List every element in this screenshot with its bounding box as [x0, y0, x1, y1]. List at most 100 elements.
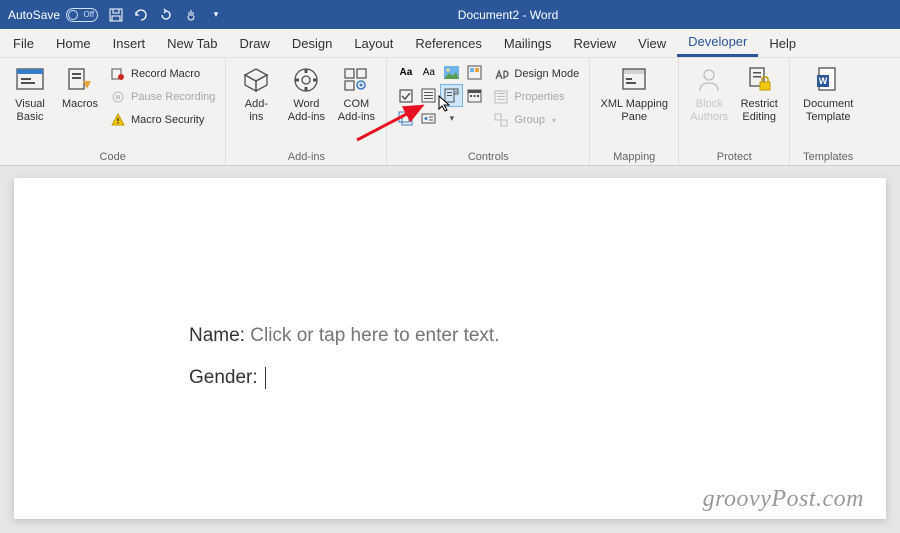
tab-draw[interactable]: Draw [229, 29, 281, 57]
record-macro-icon [110, 66, 126, 82]
document-template-label: Document Template [803, 98, 853, 123]
word-addins-icon [290, 64, 322, 96]
tab-review[interactable]: Review [563, 29, 628, 57]
macros-icon [64, 64, 96, 96]
tab-design[interactable]: Design [281, 29, 343, 57]
group-protect: Block Authors Restrict Editing Protect [679, 58, 790, 165]
addins-label: Add- ins [245, 98, 268, 123]
pause-recording-label: Pause Recording [131, 91, 215, 103]
name-placeholder[interactable]: Click or tap here to enter text. [250, 325, 499, 346]
title-bar: AutoSave Off ▾ Document2 - Word [0, 0, 900, 29]
restrict-editing-icon [743, 64, 775, 96]
dropdown-control-icon[interactable] [441, 85, 462, 106]
picture-control-icon[interactable] [441, 62, 462, 83]
tab-help[interactable]: Help [758, 29, 807, 57]
macros-label: Macros [62, 98, 98, 111]
design-mode-label: Design Mode [514, 68, 579, 80]
qat-customize-icon[interactable]: ▾ [208, 7, 224, 23]
tab-developer[interactable]: Developer [677, 29, 758, 57]
restrict-editing-button[interactable]: Restrict Editing [737, 62, 781, 123]
restrict-editing-label: Restrict Editing [741, 98, 778, 123]
save-icon[interactable] [108, 7, 124, 23]
repeating-section-control-icon[interactable] [395, 108, 416, 129]
visual-basic-button[interactable]: Visual Basic [8, 62, 52, 123]
tab-references[interactable]: References [404, 29, 492, 57]
toggle-knob [68, 10, 78, 20]
com-addins-label: COM Add-ins [338, 98, 375, 123]
tab-view[interactable]: View [627, 29, 677, 57]
addins-icon [240, 64, 272, 96]
design-mode-button[interactable]: Design Mode [491, 64, 581, 84]
tab-layout[interactable]: Layout [343, 29, 404, 57]
watermark-text: groovyPost.com [703, 486, 864, 513]
plain-text-control-icon[interactable]: Aa [418, 62, 439, 83]
redo-icon[interactable] [158, 7, 174, 23]
group-mapping-label: Mapping [598, 150, 670, 163]
document-template-icon: W [812, 64, 844, 96]
quick-access-toolbar: ▾ [108, 7, 224, 23]
building-block-control-icon[interactable] [464, 62, 485, 83]
record-macro-label: Record Macro [131, 68, 200, 80]
properties-label: Properties [514, 91, 564, 103]
tab-file[interactable]: File [2, 29, 45, 57]
com-addins-icon [340, 64, 372, 96]
tab-new-tab[interactable]: New Tab [156, 29, 228, 57]
rich-text-control-icon[interactable]: Aa [395, 62, 416, 83]
group-protect-label: Protect [687, 150, 781, 163]
addins-button[interactable]: Add- ins [234, 62, 278, 123]
autosave-toggle[interactable]: AutoSave Off [8, 8, 98, 22]
toggle-switch[interactable]: Off [66, 8, 98, 22]
block-authors-label: Block Authors [690, 98, 728, 123]
tab-mailings[interactable]: Mailings [493, 29, 563, 57]
group-controls-label: Controls [395, 150, 581, 163]
block-authors-icon [693, 64, 725, 96]
visual-basic-icon [14, 64, 46, 96]
document-template-button[interactable]: W Document Template [798, 62, 858, 123]
legacy-dropdown-icon[interactable]: ▾ [441, 108, 462, 129]
chevron-down-icon: ▾ [552, 116, 556, 125]
date-picker-control-icon[interactable] [464, 85, 485, 106]
svg-text:W: W [819, 76, 828, 86]
macro-security-button[interactable]: Macro Security [108, 110, 217, 130]
document-page[interactable]: Name: Click or tap here to enter text. G… [14, 178, 886, 519]
macros-button[interactable]: Macros [58, 62, 102, 111]
macro-security-label: Macro Security [131, 114, 204, 126]
controls-gallery: Aa Aa ▾ [395, 62, 485, 129]
form-line-gender: Gender: [189, 367, 886, 389]
group-code: Visual Basic Macros Record Macro Pause R… [0, 58, 226, 165]
tab-insert[interactable]: Insert [102, 29, 157, 57]
autosave-label: AutoSave [8, 8, 60, 22]
text-cursor [265, 367, 266, 389]
tab-home[interactable]: Home [45, 29, 102, 57]
group-addins: Add- ins Word Add-ins COM Add-ins Add-in… [226, 58, 387, 165]
group-code-label: Code [8, 150, 217, 163]
legacy-tools-icon[interactable] [418, 108, 439, 129]
gender-label: Gender: [189, 367, 263, 388]
pause-recording-icon [110, 89, 126, 105]
ribbon-tabs: File Home Insert New Tab Draw Design Lay… [0, 29, 900, 58]
record-macro-button[interactable]: Record Macro [108, 64, 217, 84]
xml-mapping-label: XML Mapping Pane [600, 98, 667, 123]
undo-icon[interactable] [133, 7, 149, 23]
group-mapping: XML Mapping Pane Mapping [590, 58, 679, 165]
group-controls: Aa Aa ▾ Design Mode Propertie [387, 58, 590, 165]
document-body: Name: Click or tap here to enter text. G… [14, 178, 886, 389]
checkbox-control-icon[interactable] [395, 85, 416, 106]
com-addins-button[interactable]: COM Add-ins [334, 62, 378, 123]
name-label: Name: [189, 325, 250, 346]
group-button: Group ▾ [491, 110, 581, 130]
group-templates: W Document Template Templates [790, 58, 866, 165]
pause-recording-button: Pause Recording [108, 87, 217, 107]
touch-mode-icon[interactable] [183, 7, 199, 23]
toggle-state: Off [84, 10, 95, 19]
ribbon: Visual Basic Macros Record Macro Pause R… [0, 58, 900, 166]
properties-button: Properties [491, 87, 581, 107]
form-line-name: Name: Click or tap here to enter text. [189, 325, 886, 347]
design-mode-icon [493, 66, 509, 82]
word-addins-button[interactable]: Word Add-ins [284, 62, 328, 123]
document-title: Document2 - Word [224, 8, 892, 22]
macro-security-icon [110, 112, 126, 128]
combobox-control-icon[interactable] [418, 85, 439, 106]
xml-mapping-button[interactable]: XML Mapping Pane [598, 62, 670, 123]
block-authors-button[interactable]: Block Authors [687, 62, 731, 123]
